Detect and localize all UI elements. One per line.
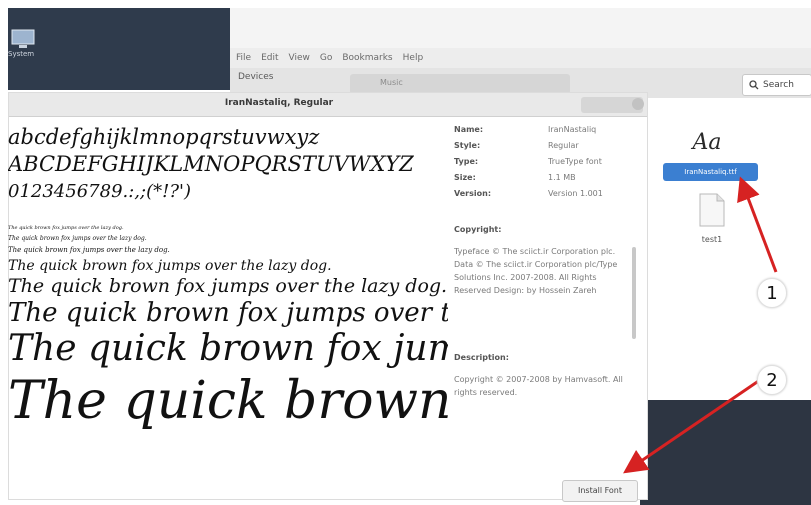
info-row-name: Name: IranNastaliq (452, 125, 642, 139)
path-item[interactable]: Music (380, 78, 403, 87)
preview-pangram: The quick brown fox jumps over the lazy … (8, 246, 170, 254)
size-label: Size: (454, 173, 476, 182)
name-value: IranNastaliq (548, 125, 597, 134)
font-viewer-title: IranNastaliq, Regular (224, 98, 334, 108)
font-info-panel: Name: IranNastaliq Style: Regular Type: … (452, 125, 642, 495)
font-file-name-selected[interactable]: IranNastaliq.ttf (663, 163, 758, 181)
desktop-panel (8, 8, 230, 90)
info-row-copyright: Copyright: (452, 225, 642, 239)
preview-pangram: The quick brown fox jumps over the lazy … (8, 328, 448, 369)
preview-digits: 0123456789.:,;(*!?') (8, 181, 191, 202)
style-label: Style: (454, 141, 481, 150)
desktop-panel-right (640, 400, 811, 505)
copyright-label: Copyright: (454, 225, 502, 234)
preview-lowercase: abcdefghijklmnopqrstuvwxyz (8, 125, 320, 149)
preview-pangram: The quick brown fox jumps over the lazy … (8, 298, 448, 328)
info-row-size: Size: 1.1 MB (452, 173, 642, 187)
preview-pangram: The quick brown fox jumps over the lazy … (8, 225, 124, 231)
copyright-text[interactable]: Typeface © The sciict.ir Corporation plc… (452, 245, 634, 345)
install-font-button[interactable]: Install Font (562, 480, 638, 502)
style-value: Regular (548, 141, 579, 150)
font-file-icon[interactable]: Aa (683, 130, 731, 160)
name-label: Name: (454, 125, 484, 134)
font-preview: abcdefghijklmnopqrstuvwxyz ABCDEFGHIJKLM… (8, 125, 448, 500)
size-value: 1.1 MB (548, 173, 576, 182)
info-row-type: Type: TrueType font (452, 157, 642, 171)
copyright-scrollbar[interactable] (632, 247, 636, 339)
menu-bookmarks[interactable]: Bookmarks (342, 53, 392, 63)
menu-view[interactable]: View (289, 53, 310, 63)
close-icon[interactable] (632, 98, 644, 110)
search-icon (749, 80, 759, 90)
font-viewer-titlebar[interactable]: IranNastaliq, Regular (9, 93, 647, 117)
type-value: TrueType font (548, 157, 602, 166)
preview-pangram: The quick brown fox jumps over the lazy … (8, 371, 448, 431)
desktop-icon-label: System (8, 50, 35, 58)
preview-uppercase: ABCDEFGHIJKLMNOPQRSTUVWXYZ (8, 152, 414, 176)
description-label: Description: (454, 353, 509, 362)
preview-pangram: The quick brown fox jumps over the lazy … (8, 235, 147, 242)
preview-pangram: The quick brown fox jumps over the lazy … (8, 275, 448, 297)
search-label: Search (763, 80, 794, 90)
annotation-callout-2: 2 (757, 365, 787, 395)
sidebar-heading-devices: Devices (238, 72, 274, 82)
menu-help[interactable]: Help (403, 53, 424, 63)
menu-bar: File Edit View Go Bookmarks Help (230, 48, 811, 68)
type-label: Type: (454, 157, 479, 166)
computer-icon[interactable] (10, 28, 36, 50)
menu-go[interactable]: Go (320, 53, 332, 63)
info-row-version: Version: Version 1.001 (452, 189, 642, 203)
text-file-icon[interactable] (698, 193, 726, 227)
version-label: Version: (454, 189, 492, 198)
preview-pangram: The quick brown fox jumps over the lazy … (8, 258, 332, 274)
version-value: Version 1.001 (548, 189, 603, 198)
description-text: Copyright © 2007-2008 by Hamvasoft. All … (454, 375, 623, 397)
info-row-style: Style: Regular (452, 141, 642, 155)
annotation-callout-1: 1 (757, 278, 787, 308)
search-input[interactable]: Search (742, 74, 811, 96)
text-file-name[interactable]: test1 (690, 235, 734, 244)
menu-edit[interactable]: Edit (261, 53, 278, 63)
info-row-description: Description: (452, 353, 642, 367)
menu-file[interactable]: File (236, 53, 251, 63)
